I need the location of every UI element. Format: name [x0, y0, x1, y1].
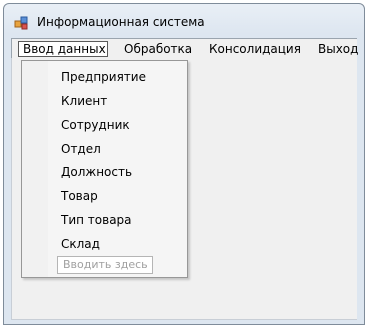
menu-processing[interactable]: Обработка — [120, 41, 196, 57]
menu-bar: Ввод данных Обработка Консолидация Выход — [11, 38, 358, 58]
type-here-field[interactable]: Вводить здесь — [57, 256, 153, 274]
dropdown-item-position[interactable]: Должность — [61, 162, 132, 182]
title-bar[interactable]: Информационная система — [4, 4, 364, 38]
dropdown-item-warehouse[interactable]: Склад — [61, 234, 100, 254]
menu-consolidation[interactable]: Консолидация — [205, 41, 305, 57]
dropdown-item-product[interactable]: Товар — [61, 186, 98, 206]
dropdown-item-enterprise[interactable]: Предприятие — [61, 67, 146, 87]
data-entry-dropdown: Предприятие Клиент Сотрудник Отдел Должн… — [21, 60, 188, 278]
menu-data-entry[interactable]: Ввод данных — [18, 41, 108, 57]
dropdown-item-department[interactable]: Отдел — [61, 139, 101, 159]
window-title: Информационная система — [37, 15, 205, 29]
dropdown-item-employee[interactable]: Сотрудник — [61, 115, 130, 135]
dropdown-gutter — [22, 61, 48, 277]
app-form-icon — [14, 15, 30, 30]
menu-exit[interactable]: Выход — [314, 41, 362, 57]
dropdown-item-client[interactable]: Клиент — [61, 91, 107, 111]
app-window: Информационная система Ввод данных Обраб… — [3, 3, 365, 325]
dropdown-item-product-type[interactable]: Тип товара — [61, 210, 132, 230]
